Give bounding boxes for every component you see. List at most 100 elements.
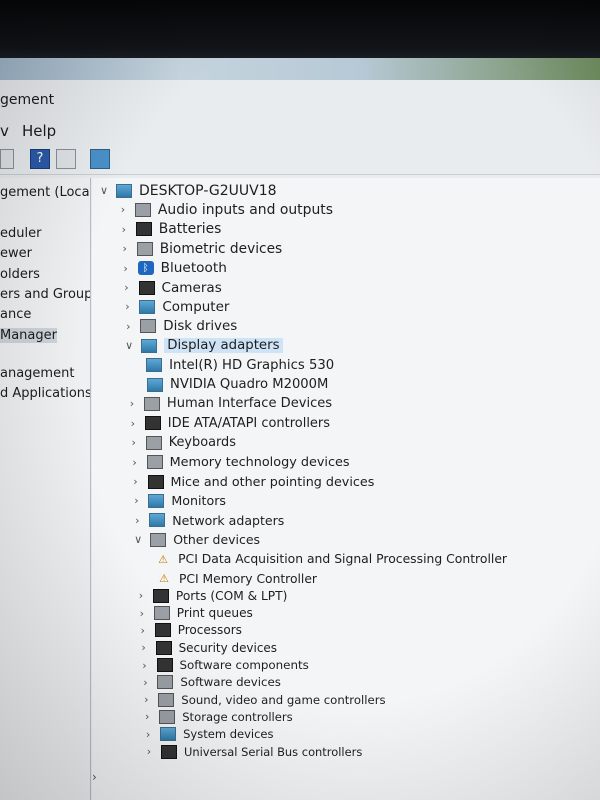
device-category[interactable]: › Disk drives — [122, 317, 237, 336]
display-adapter-icon — [141, 338, 158, 353]
chevron-right-icon[interactable]: › — [141, 710, 153, 723]
window-title: gement — [0, 92, 55, 108]
chevron-right-icon[interactable]: › — [122, 320, 134, 333]
menu-help[interactable]: Help — [22, 122, 56, 140]
chevron-right-icon[interactable]: › — [128, 436, 140, 449]
nav-item[interactable]: d Applications — [0, 386, 90, 401]
nav-item[interactable]: ance — [0, 307, 31, 322]
device-category[interactable]: › Ports (COM & LPT) — [135, 586, 287, 605]
help-icon[interactable]: ? — [30, 149, 50, 169]
device-category[interactable]: › Network adapters — [131, 511, 284, 530]
chevron-right-icon[interactable]: › — [130, 494, 142, 507]
device-category[interactable]: › Batteries — [118, 220, 222, 239]
device-category[interactable]: › Software devices — [139, 673, 281, 692]
chevron-right-icon[interactable]: › — [130, 475, 142, 488]
device-item[interactable]: ⚠ PCI Data Acquisition and Signal Process… — [155, 550, 507, 569]
chevron-right-icon[interactable]: › — [131, 514, 143, 527]
desktop-background-strip — [0, 58, 600, 80]
nav-root[interactable]: gement (Local — [0, 185, 90, 200]
chevron-right-icon[interactable]: › — [118, 223, 130, 236]
device-item-label: PCI Memory Controller — [179, 571, 317, 586]
nav-item[interactable]: eduler — [0, 226, 41, 241]
device-category[interactable]: › Audio inputs and outputs — [117, 200, 333, 219]
scan-hardware-icon[interactable] — [90, 149, 110, 169]
nav-item[interactable]: olders — [0, 267, 40, 282]
disk-drive-icon — [140, 319, 157, 334]
device-category[interactable]: › Sound, video and game controllers — [140, 690, 386, 709]
tree-root[interactable]: ∨ DESKTOP-G2UUV18 — [98, 181, 277, 200]
printer-icon — [153, 606, 170, 621]
chevron-down-icon[interactable]: ∨ — [132, 533, 144, 546]
device-category[interactable]: › Biometric devices — [119, 239, 283, 258]
nav-item[interactable]: anagement — [0, 366, 74, 381]
device-item-label: Intel(R) HD Graphics 530 — [169, 357, 335, 373]
device-category[interactable]: › Computer — [121, 297, 229, 316]
chevron-right-icon[interactable]: › — [121, 300, 133, 313]
chevron-right-icon[interactable]: › — [136, 607, 148, 620]
chevron-right-icon[interactable]: › — [129, 456, 141, 469]
device-category[interactable]: ∨ Display adapters — [123, 336, 283, 355]
device-category-label: Cameras — [161, 279, 222, 296]
storage-controller-icon — [159, 709, 176, 724]
device-category[interactable]: › Print queues — [136, 604, 253, 623]
device-category[interactable]: › Universal Serial Bus controllers — [143, 742, 362, 761]
device-category[interactable]: › Mice and other pointing devices — [130, 472, 375, 491]
device-category[interactable]: › Software components — [139, 656, 309, 675]
nav-item[interactable]: ewer — [0, 246, 32, 261]
warning-device-icon: ⚠ — [159, 572, 169, 585]
chevron-right-icon[interactable]: › — [139, 659, 151, 672]
device-category-label: System devices — [183, 727, 274, 742]
screen-bezel — [0, 0, 600, 60]
nav-item[interactable]: ers and Groups — [0, 287, 90, 302]
device-category[interactable]: › Cameras — [121, 278, 222, 297]
device-category[interactable]: › Security devices — [138, 638, 277, 657]
chevron-right-icon[interactable]: › — [126, 397, 138, 410]
device-category[interactable]: › Keyboards — [128, 433, 235, 452]
device-category[interactable]: ∨ Other devices — [132, 530, 260, 549]
chevron-right-icon[interactable]: › — [142, 728, 154, 741]
chevron-down-icon[interactable]: ∨ — [98, 184, 110, 197]
device-category[interactable]: › Human Interface Devices — [126, 394, 332, 413]
chevron-right-icon[interactable]: › — [138, 641, 150, 654]
show-hide-pane-icon[interactable] — [56, 149, 76, 169]
chevron-right-icon[interactable]: › — [119, 242, 131, 255]
device-category[interactable]: › IDE ATA/ATAPI controllers — [127, 414, 330, 433]
device-category[interactable]: › Storage controllers — [141, 707, 293, 726]
device-category[interactable]: › Processors — [137, 621, 242, 640]
software-component-icon — [156, 658, 173, 672]
nav-item[interactable]: Manager — [0, 328, 57, 343]
chevron-right-icon[interactable]: › — [143, 745, 155, 758]
chevron-right-icon[interactable]: › — [121, 281, 133, 294]
device-category-label: Software devices — [180, 675, 281, 690]
device-category[interactable]: › Memory technology devices — [129, 453, 349, 472]
chevron-right-icon[interactable]: › — [135, 589, 147, 602]
chevron-right-icon[interactable]: › — [137, 624, 149, 637]
device-category[interactable]: › System devices — [142, 725, 274, 744]
chevron-right-icon[interactable]: › — [127, 417, 139, 430]
device-item[interactable]: Intel(R) HD Graphics 530 — [146, 356, 334, 375]
chevron-right-icon[interactable]: › — [140, 693, 152, 706]
scroll-arrow-icon[interactable]: › — [92, 770, 112, 800]
speaker-icon — [134, 202, 151, 217]
device-category-label: Network adapters — [172, 512, 285, 528]
chevron-right-icon[interactable]: › — [139, 676, 151, 689]
device-category[interactable]: › ᛒ Bluetooth — [120, 259, 227, 278]
menu-view[interactable]: v — [0, 122, 9, 140]
properties-button[interactable] — [0, 149, 14, 169]
device-category-label: Biometric devices — [159, 240, 283, 257]
security-device-icon — [155, 640, 172, 655]
chevron-right-icon[interactable]: › — [120, 262, 132, 275]
device-category-label: Other devices — [173, 532, 261, 548]
toolbar: ? — [0, 146, 600, 175]
device-category-label: Audio inputs and outputs — [157, 201, 333, 218]
device-category-label: Mice and other pointing devices — [170, 474, 375, 489]
device-category-label: Print queues — [176, 606, 253, 621]
camera-icon — [138, 280, 155, 295]
computer-icon — [116, 183, 132, 198]
other-devices-icon — [150, 532, 167, 547]
device-item[interactable]: NVIDIA Quadro M2000M — [147, 375, 328, 394]
device-category[interactable]: › Monitors — [130, 491, 226, 510]
device-item[interactable]: ⚠ PCI Memory Controller — [156, 569, 317, 588]
chevron-right-icon[interactable]: › — [117, 203, 129, 216]
chevron-down-icon[interactable]: ∨ — [123, 339, 135, 352]
